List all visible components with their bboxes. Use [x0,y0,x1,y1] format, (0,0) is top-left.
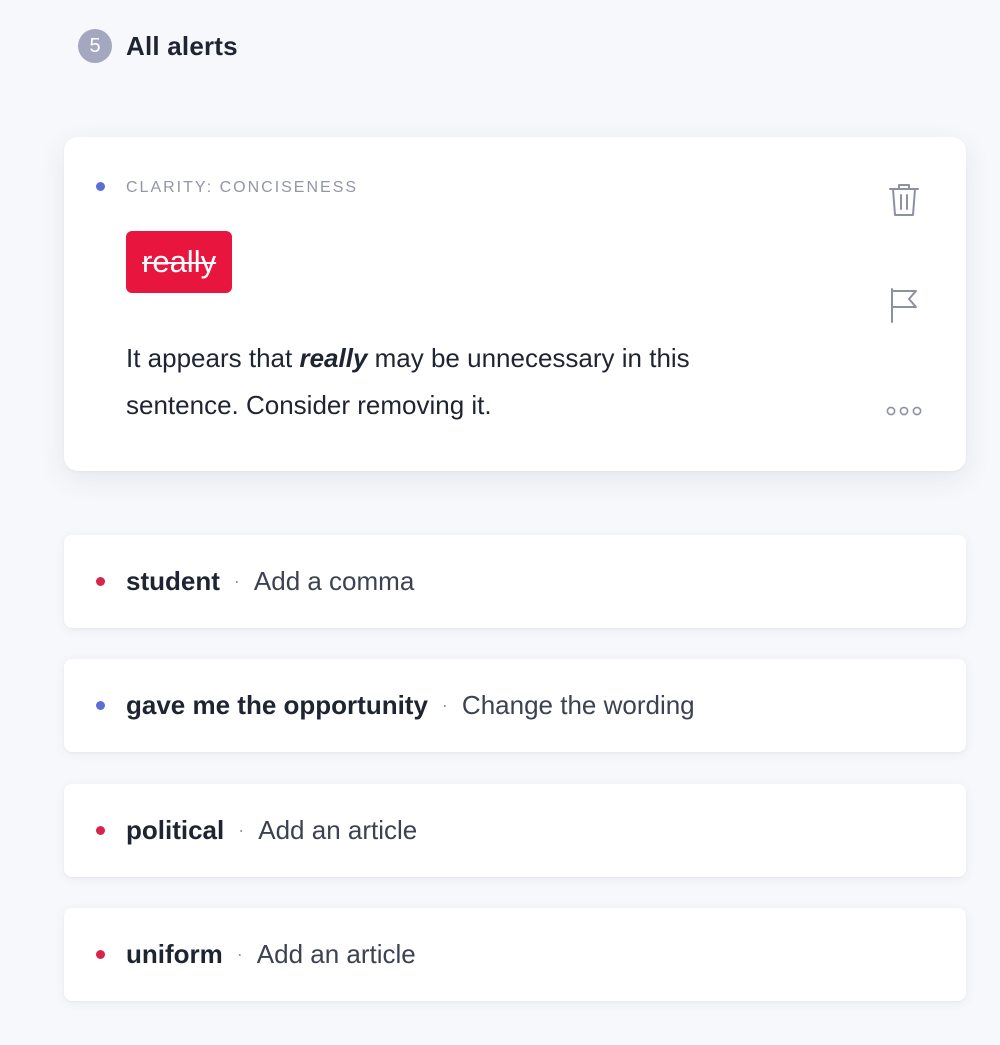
alert-separator: · [236,944,243,964]
correctness-dot [96,826,105,835]
alert-word: gave me the opportunity [126,690,428,720]
alert-separator: · [238,820,245,840]
alert-action: Change the wording [461,690,695,720]
alert-word: uniform [126,939,223,969]
page-title: All alerts [126,30,238,61]
more-icon [886,406,922,416]
clarity-dot [96,182,105,191]
more-button[interactable] [884,391,924,431]
alert-count-badge: 5 [78,29,112,63]
remove-suggestion-button[interactable]: really [126,231,233,293]
trash-icon [889,184,919,216]
correctness-dot [96,577,105,586]
message-emphasis: really [299,343,368,373]
alert-row[interactable]: uniform · Add an article [64,908,966,1001]
alert-message: It appears that really may be unnecessar… [126,335,806,429]
alert-row[interactable]: gave me the opportunity · Change the wor… [64,659,966,752]
alert-separator: · [233,571,240,591]
correctness-dot [96,950,105,959]
alerts-header: 5 All alerts [78,26,238,66]
message-text-before: It appears that [126,343,300,373]
alert-separator: · [441,695,448,715]
alert-word: student [126,566,220,596]
alert-action: Add a comma [253,566,415,596]
flag-icon [891,288,917,323]
expanded-alert-card[interactable]: CLARITY: CONCISENESS really It appears t… [64,137,966,471]
alert-action: Add an article [256,939,416,969]
alert-category: CLARITY: CONCISENESS [126,179,359,196]
alert-row[interactable]: political · Add an article [64,784,966,877]
alert-row[interactable]: student · Add a comma [64,535,966,628]
dismiss-button[interactable] [884,180,924,220]
clarity-dot [96,701,105,710]
alert-action: Add an article [258,815,418,845]
alert-word: political [126,815,225,845]
flag-button[interactable] [884,285,924,325]
